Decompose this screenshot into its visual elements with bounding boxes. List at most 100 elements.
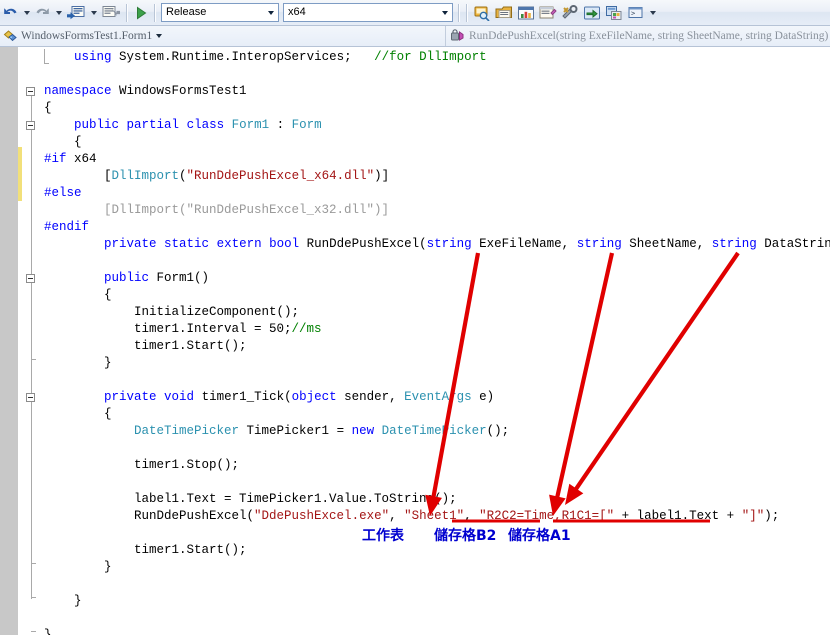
code-token: )] (374, 169, 390, 183)
code-line[interactable]: { (44, 287, 112, 304)
toolbar-overflow-arrow[interactable] (647, 2, 658, 24)
code-line[interactable]: { (44, 100, 52, 117)
immediate-window-icon[interactable] (581, 2, 603, 24)
class-selector-value: WindowsFormsTest1.Form1 (21, 30, 153, 42)
code-text-layer[interactable]: using System.Runtime.InteropServices; //… (0, 47, 830, 635)
code-token: } (44, 560, 112, 574)
visual-studio-window: Release x64 > WindowsFormsTest1.Form1 Ru… (0, 0, 830, 635)
class-selector-dropdown-arrow[interactable] (152, 34, 166, 38)
code-editor[interactable]: using System.Runtime.InteropServices; //… (0, 47, 830, 635)
toolbar-separator-3 (458, 3, 460, 22)
command-window-icon[interactable]: > (625, 2, 647, 24)
code-line[interactable]: namespace WindowsFormsTest1 (44, 83, 247, 100)
code-token: #endif (44, 220, 90, 234)
code-line[interactable]: } (44, 559, 112, 576)
code-line[interactable]: timer1.Interval = 50;//ms (44, 321, 322, 338)
annotation-label-cell-b2: 儲存格B2 (434, 528, 497, 544)
code-token: , (464, 509, 480, 523)
code-token: void (164, 390, 195, 404)
code-token: [DllImport("RunDdePushExcel_x32.dll")] (44, 203, 390, 217)
code-token: "DdePushExcel.exe" (254, 509, 390, 523)
code-line[interactable]: private static extern bool RunDdePushExc… (44, 236, 830, 253)
code-token: SheetName, (621, 237, 712, 251)
code-line[interactable]: public Form1() (44, 270, 209, 287)
code-line[interactable]: label1.Text = TimePicker1.Value.ToString… (44, 491, 457, 508)
code-token: { (44, 135, 82, 149)
code-token: private (104, 390, 157, 404)
code-token: private (104, 237, 157, 251)
svg-text:>: > (631, 9, 635, 17)
code-token: timer1.Start(); (44, 339, 247, 353)
code-line[interactable]: InitializeComponent(); (44, 304, 299, 321)
code-token: : (269, 118, 292, 132)
code-token: EventArgs (404, 390, 472, 404)
code-line[interactable]: timer1.Stop(); (44, 457, 239, 474)
code-token: public (74, 118, 120, 132)
code-line[interactable]: private void timer1_Tick(object sender, … (44, 389, 494, 406)
code-line[interactable]: } (44, 593, 82, 610)
code-token: #else (44, 186, 82, 200)
toolbox-icon[interactable] (537, 2, 559, 24)
object-browser-icon[interactable] (515, 2, 537, 24)
navigate-forward-icon[interactable] (99, 2, 123, 24)
find-symbol-icon[interactable] (471, 2, 493, 24)
class-selector-combobox[interactable]: WindowsFormsTest1.Form1 (0, 26, 446, 46)
properties-window-icon[interactable] (493, 2, 515, 24)
toolbar-separator-2 (154, 3, 156, 22)
configuration-combobox[interactable]: Release (161, 3, 279, 22)
code-line[interactable]: { (44, 406, 112, 423)
code-line[interactable]: #if x64 (44, 151, 97, 168)
code-line[interactable]: } (44, 355, 112, 372)
annotation-label-worksheet: 工作表 (362, 528, 404, 544)
code-line[interactable]: { (44, 134, 82, 151)
code-token: } (44, 594, 82, 608)
code-token: { (44, 407, 112, 421)
code-line[interactable]: timer1.Start(); (44, 542, 247, 559)
code-token: new (351, 424, 375, 438)
code-token: class (186, 118, 225, 132)
standard-toolbar: Release x64 > (0, 0, 830, 26)
solution-explorer-icon[interactable] (603, 2, 625, 24)
undo-dropdown-arrow[interactable] (21, 2, 32, 24)
code-token: InitializeComponent(); (44, 305, 300, 319)
start-debugging-icon[interactable] (131, 2, 151, 24)
code-line[interactable]: public partial class Form1 : Form (44, 117, 322, 134)
code-token: static (164, 237, 210, 251)
code-token: string (576, 237, 622, 251)
code-line[interactable]: [DllImport("RunDdePushExcel_x32.dll")] (44, 202, 389, 219)
code-line[interactable]: } (44, 627, 52, 635)
code-token: RunDdePushExcel( (44, 509, 255, 523)
platform-dropdown-arrow[interactable] (437, 4, 452, 21)
configuration-dropdown-arrow[interactable] (263, 4, 278, 21)
navigate-backward-dropdown-arrow[interactable] (88, 2, 99, 24)
code-token: bool (269, 237, 300, 251)
code-line[interactable]: DateTimePicker TimePicker1 = new DateTim… (44, 423, 509, 440)
code-line[interactable]: RunDdePushExcel("DdePushExcel.exe", "She… (44, 508, 779, 525)
tools-icon[interactable] (559, 2, 581, 24)
redo-icon[interactable] (32, 2, 53, 24)
code-line[interactable]: timer1.Start(); (44, 338, 247, 355)
code-line[interactable]: [DllImport("RunDdePushExcel_x64.dll")] (44, 168, 389, 185)
code-line[interactable]: using System.Runtime.InteropServices; //… (44, 49, 487, 66)
code-token: string (711, 237, 757, 251)
navigate-backward-icon[interactable] (64, 2, 88, 24)
member-selector-combobox[interactable]: RunDdePushExcel(string ExeFileName, stri… (446, 26, 830, 46)
configuration-value: Release (166, 6, 207, 18)
code-line[interactable]: #else (44, 185, 82, 202)
redo-dropdown-arrow[interactable] (53, 2, 64, 24)
code-line[interactable]: #endif (44, 219, 89, 236)
class-icon (0, 29, 18, 43)
undo-icon[interactable] (0, 2, 21, 24)
code-token: timer1_Tick( (194, 390, 292, 404)
code-token: "Sheet1" (404, 509, 465, 523)
code-token: Form (291, 118, 322, 132)
code-token: "RunDdePushExcel_x64.dll" (186, 169, 375, 183)
code-token: timer1.Interval = 50; (44, 322, 292, 336)
platform-combobox[interactable]: x64 (283, 3, 453, 22)
